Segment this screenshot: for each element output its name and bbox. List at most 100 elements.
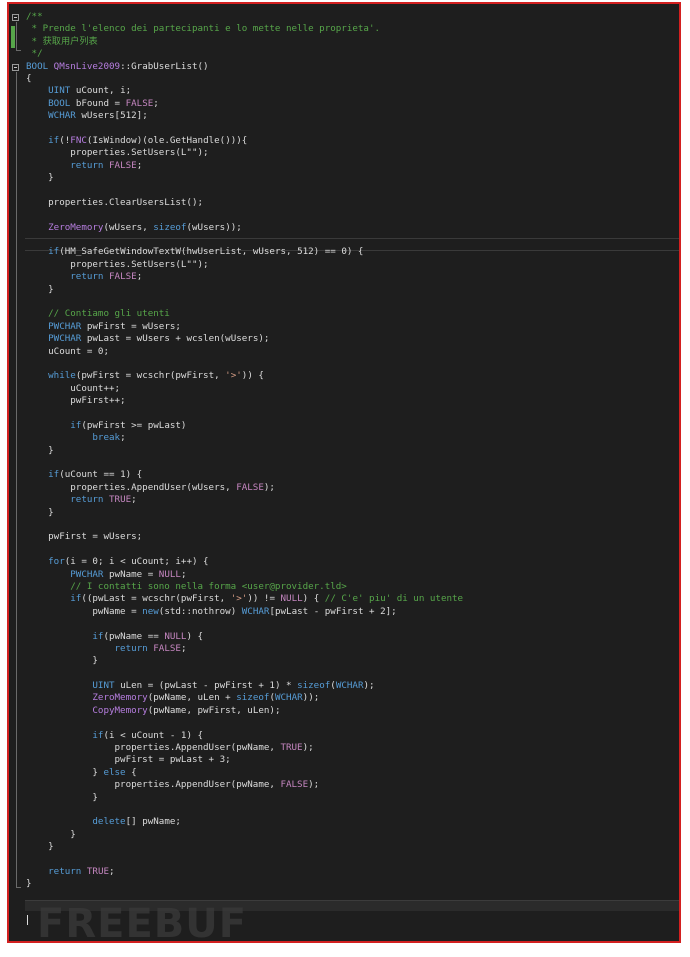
code-line[interactable] <box>26 519 463 531</box>
code-line[interactable]: if(HM_SafeGetWindowTextW(hwUserList, wUs… <box>26 246 463 258</box>
code-line[interactable]: if(!FNC(IsWindow)(ole.GetHandle())){ <box>26 135 463 147</box>
code-line[interactable] <box>26 209 463 221</box>
code-token: sizeof <box>236 692 270 704</box>
code-line[interactable]: ZeroMemory(wUsers, sizeof(wUsers)); <box>26 222 463 234</box>
code-line[interactable]: if(uCount == 1) { <box>26 469 463 481</box>
code-line[interactable]: UINT uCount, i; <box>26 85 463 97</box>
code-line[interactable] <box>26 717 463 729</box>
code-line[interactable]: PWCHAR pwLast = wUsers + wcslen(wUsers); <box>26 333 463 345</box>
code-line[interactable]: if(pwName == NULL) { <box>26 631 463 643</box>
code-line[interactable] <box>26 123 463 135</box>
code-line[interactable]: PWCHAR pwFirst = wUsers; <box>26 321 463 333</box>
code-line[interactable]: if((pwLast = wcschr(pwFirst, '>')) != NU… <box>26 593 463 605</box>
code-line[interactable]: while(pwFirst = wcschr(pwFirst, '>')) { <box>26 370 463 382</box>
code-line[interactable]: * 获取用户列表 <box>26 36 463 48</box>
code-line[interactable]: properties.AppendUser(pwName, FALSE); <box>26 779 463 791</box>
code-line[interactable]: } <box>26 792 463 804</box>
code-line[interactable]: * Prende l'elenco dei partecipanti e lo … <box>26 23 463 35</box>
code-line[interactable]: BOOL QMsnLive2009::GrabUserList() <box>26 61 463 73</box>
code-line[interactable]: } <box>26 829 463 841</box>
code-line[interactable]: uCount++; <box>26 383 463 395</box>
code-line[interactable]: } <box>26 507 463 519</box>
code-line[interactable]: for(i = 0; i < uCount; i++) { <box>26 556 463 568</box>
code-token: pwLast = wUsers + wcslen(wUsers); <box>81 333 270 345</box>
code-line[interactable]: break; <box>26 432 463 444</box>
code-line[interactable]: UINT uLen = (pwLast - pwFirst + 1) * siz… <box>26 680 463 692</box>
code-line[interactable] <box>26 358 463 370</box>
code-line[interactable]: /** <box>26 11 463 23</box>
code-token: return <box>70 494 104 506</box>
code-line[interactable]: ZeroMemory(pwName, uLen + sizeof(WCHAR))… <box>26 692 463 704</box>
code-line[interactable]: */ <box>26 48 463 60</box>
code-line[interactable]: return FALSE; <box>26 160 463 172</box>
code-token: [pwLast - pwFirst + 2]; <box>269 605 397 617</box>
code-token: ) { <box>186 630 204 642</box>
code-line[interactable]: pwFirst++; <box>26 395 463 407</box>
collapse-comment-icon[interactable] <box>12 14 19 21</box>
collapse-function-icon[interactable] <box>12 64 19 71</box>
code-line[interactable]: return TRUE; <box>26 866 463 878</box>
code-line[interactable]: properties.AppendUser(wUsers, FALSE); <box>26 482 463 494</box>
code-line[interactable]: properties.AppendUser(pwName, TRUE); <box>26 742 463 754</box>
code-line[interactable] <box>26 296 463 308</box>
code-line[interactable]: return FALSE; <box>26 271 463 283</box>
code-token: if <box>92 630 104 642</box>
code-line[interactable]: WCHAR wUsers[512]; <box>26 110 463 122</box>
code-token: FALSE <box>280 779 309 791</box>
code-line[interactable]: } else { <box>26 767 463 779</box>
code-line[interactable]: } <box>26 445 463 457</box>
code-token: (i < uCount - 1) { <box>103 729 204 741</box>
code-line[interactable] <box>26 457 463 469</box>
code-line[interactable]: } <box>26 841 463 853</box>
code-token: (HM_SafeGetWindowTextW(hwUserList, wUser… <box>59 246 364 258</box>
code-token: ::GrabUserList() <box>120 60 209 72</box>
code-token: properties.AppendUser(pwName, <box>26 742 281 754</box>
code-line[interactable]: // Contiamo gli utenti <box>26 308 463 320</box>
code-line[interactable]: pwName = new(std::nothrow) WCHAR[pwLast … <box>26 606 463 618</box>
code-line[interactable]: if(pwFirst >= pwLast) <box>26 420 463 432</box>
code-line[interactable]: if(i < uCount - 1) { <box>26 730 463 742</box>
code-line[interactable] <box>26 618 463 630</box>
code-token: { <box>125 766 137 778</box>
code-line[interactable] <box>26 544 463 556</box>
code-token: '>' <box>230 593 248 605</box>
code-line[interactable]: CopyMemory(pwName, pwFirst, uLen); <box>26 705 463 717</box>
code-token: PWCHAR <box>70 568 104 580</box>
code-line[interactable]: } <box>26 284 463 296</box>
code-token: if <box>48 469 60 481</box>
code-token: WCHAR <box>48 110 76 122</box>
code-line[interactable]: pwFirst = pwLast + 3; <box>26 754 463 766</box>
code-line[interactable]: PWCHAR pwName = NULL; <box>26 569 463 581</box>
code-token: } <box>26 791 98 803</box>
code-line[interactable] <box>26 668 463 680</box>
code-token: [] pwName; <box>125 816 181 828</box>
code-token: // I contatti sono nella forma <user@pro… <box>26 580 347 592</box>
code-line[interactable]: // I contatti sono nella forma <user@pro… <box>26 581 463 593</box>
code-line[interactable] <box>26 408 463 420</box>
code-line[interactable] <box>26 184 463 196</box>
code-line[interactable]: } <box>26 172 463 184</box>
code-line[interactable]: BOOL bFound = FALSE; <box>26 98 463 110</box>
code-line[interactable]: delete[] pwName; <box>26 816 463 828</box>
code-token: // C'e' piu' di un utente <box>324 593 464 605</box>
code-line[interactable]: } <box>26 655 463 667</box>
code-line[interactable]: uCount = 0; <box>26 346 463 358</box>
code-line[interactable]: properties.SetUsers(L""); <box>26 147 463 159</box>
code-line[interactable]: properties.ClearUsersList(); <box>26 197 463 209</box>
code-line[interactable]: { <box>26 73 463 85</box>
code-line[interactable] <box>26 804 463 816</box>
code-token: if <box>48 246 60 258</box>
code-area[interactable]: /** * Prende l'elenco dei partecipanti e… <box>26 11 463 891</box>
code-line[interactable]: } <box>26 878 463 890</box>
code-line[interactable]: return TRUE; <box>26 494 463 506</box>
code-token: )) != <box>247 593 281 605</box>
code-line[interactable] <box>26 234 463 246</box>
code-token: BOOL <box>26 60 54 72</box>
code-line[interactable]: pwFirst = wUsers; <box>26 531 463 543</box>
code-line[interactable] <box>26 854 463 866</box>
code-line[interactable]: return FALSE; <box>26 643 463 655</box>
code-line[interactable]: properties.SetUsers(L""); <box>26 259 463 271</box>
